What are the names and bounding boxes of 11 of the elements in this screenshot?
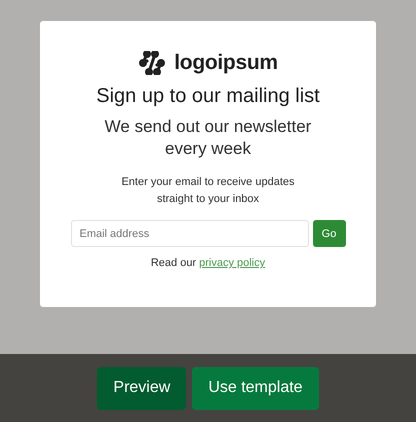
privacy-text: Read our [150, 257, 196, 269]
signup-title: Sign up to our mailing list [96, 85, 320, 108]
privacy-link[interactable]: privacy policy [199, 257, 266, 269]
logo-icon [138, 51, 166, 75]
go-button[interactable]: Go [312, 220, 346, 247]
signup-subtitle: We send out our newsletter every week [104, 116, 312, 160]
preview-button[interactable]: Preview [97, 366, 186, 410]
use-template-button[interactable]: Use template [192, 366, 319, 410]
logo-text: logoipsum [174, 51, 278, 75]
signup-description: Enter your email to receive updates straight to your inbox [120, 175, 296, 207]
email-field[interactable]: Email address [70, 220, 308, 247]
